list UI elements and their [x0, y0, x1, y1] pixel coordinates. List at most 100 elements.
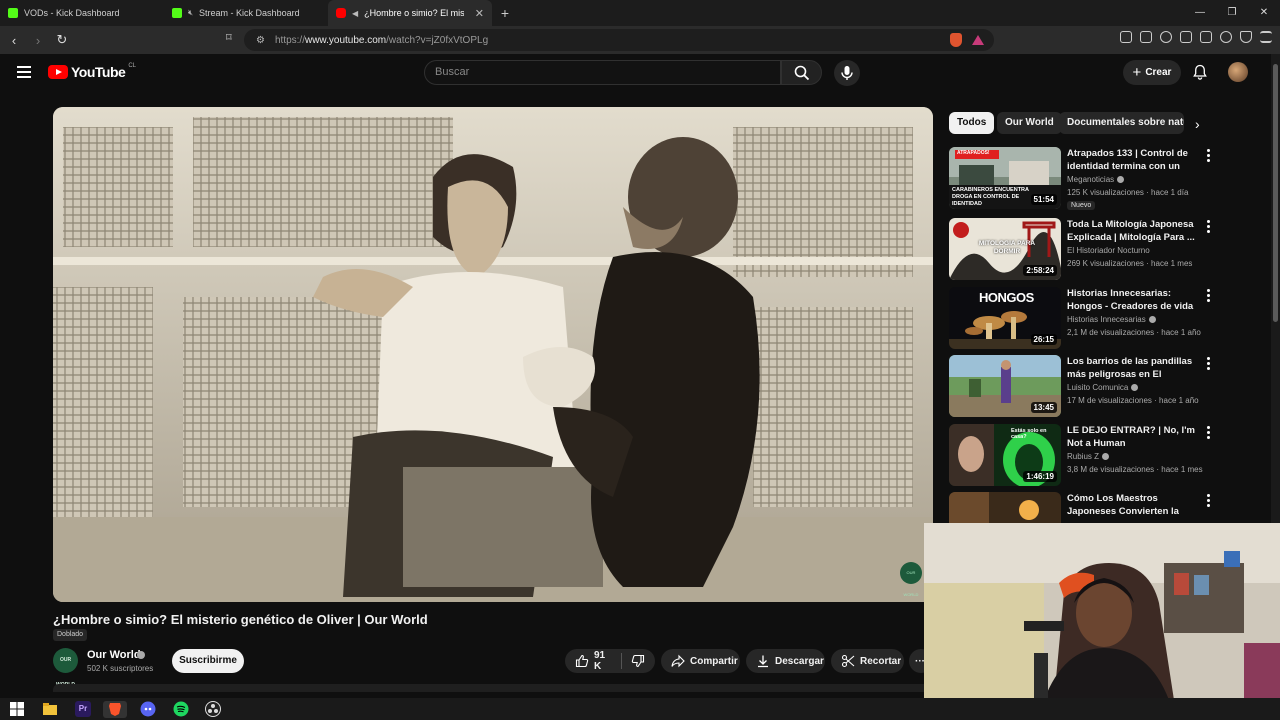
- channel-label: Historias Innecesarias: [1067, 315, 1146, 324]
- obs-icon[interactable]: [205, 701, 221, 717]
- windows-start-icon[interactable]: [9, 701, 25, 717]
- recommendation-item[interactable]: Estás solo en casa? 1:46:19 LE DEJO ENTR…: [949, 424, 1219, 486]
- create-button[interactable]: + Crear: [1123, 60, 1181, 85]
- minimize-icon[interactable]: —: [1184, 0, 1216, 26]
- brave-rewards-icon[interactable]: [972, 35, 984, 45]
- recommendation-meta: 269 K visualizaciones · hace 1 mes: [1067, 259, 1193, 268]
- brave-shields-icon[interactable]: [950, 33, 962, 47]
- account-avatar[interactable]: [1228, 62, 1248, 82]
- channel-watermark[interactable]: OUR WORLD: [900, 562, 922, 597]
- screenshot-icon[interactable]: [1140, 31, 1152, 43]
- premiere-pro-icon[interactable]: Pr: [75, 701, 91, 717]
- dislike-icon[interactable]: [631, 654, 645, 668]
- tab-kick-stream[interactable]: 🔇︎ Stream - Kick Dashboard: [164, 0, 328, 26]
- download-button[interactable]: Descargar: [746, 649, 825, 673]
- recommendation-item[interactable]: 13:45 Los barrios de las pandillas más p…: [949, 355, 1219, 417]
- recommendation-title[interactable]: Toda La Mitología Japonesa Explicada | M…: [1067, 218, 1203, 244]
- recommendation-title[interactable]: Historias Innecesarias: Hongos - Creador…: [1067, 287, 1203, 313]
- share-button[interactable]: Compartir: [661, 649, 740, 673]
- extension-puzzle-icon[interactable]: [1120, 31, 1132, 43]
- video-thumbnail[interactable]: HONGOS 26:15: [949, 287, 1061, 349]
- country-code: CL: [128, 63, 136, 69]
- forward-icon[interactable]: ›: [28, 33, 48, 48]
- tab-title: ¿Hombre o simio? El misterio: [364, 8, 465, 18]
- clip-label: Recortar: [860, 655, 902, 667]
- search-input[interactable]: Buscar: [424, 60, 781, 85]
- recommendation-title[interactable]: Cómo Los Maestros Japoneses Convierten l…: [1067, 492, 1203, 518]
- video-thumbnail[interactable]: MITOLOGIA PARA DORMIR 2:58:24: [949, 218, 1061, 280]
- youtube-logo[interactable]: YouTube CL: [48, 63, 136, 80]
- bookmark-icon[interactable]: ⌑: [226, 31, 232, 44]
- guide-menu-icon[interactable]: [17, 66, 31, 78]
- site-settings-icon[interactable]: ⚙︎: [256, 35, 265, 46]
- reload-icon[interactable]: ↻: [52, 32, 72, 48]
- recommendation-item[interactable]: HONGOS 26:15 Historias Innecesarias: Hon…: [949, 287, 1219, 349]
- url-host: www.youtube.com: [304, 34, 387, 46]
- leo-ai-icon[interactable]: [1220, 31, 1232, 43]
- menu-icon[interactable]: [1260, 31, 1272, 43]
- close-tab-icon[interactable]: ✕: [475, 7, 484, 20]
- tab-youtube[interactable]: ◀︎ ¿Hombre o simio? El misterio ✕: [328, 0, 492, 26]
- recommendation-channel[interactable]: Meganoticias: [1067, 175, 1125, 184]
- search-button[interactable]: [781, 60, 822, 85]
- like-icon[interactable]: [575, 654, 589, 668]
- address-bar-row: ‹ › ↻ ⌑ ⚙︎ https://www.youtube.com/watch…: [0, 26, 1280, 54]
- recommendation-item[interactable]: ATRAPADOS! CARABINEROS ENCUENTRA DROGA E…: [949, 147, 1219, 210]
- scrollbar-thumb[interactable]: [1273, 64, 1278, 322]
- recommendation-channel[interactable]: Luisito Comunica: [1067, 383, 1139, 392]
- sidebar-icon[interactable]: [1180, 31, 1192, 43]
- recommendation-title[interactable]: LE DEJO ENTRAR? | No, I'm Not a Human: [1067, 424, 1203, 450]
- recommendation-title[interactable]: Los barrios de las pandillas más peligro…: [1067, 355, 1203, 381]
- discord-icon[interactable]: [140, 701, 156, 717]
- video-thumbnail[interactable]: 13:45: [949, 355, 1061, 417]
- more-options-icon[interactable]: [1207, 289, 1211, 304]
- recommendation-channel[interactable]: Historias Innecesarias: [1067, 315, 1156, 324]
- more-options-icon[interactable]: [1207, 220, 1211, 235]
- video-player[interactable]: [53, 107, 933, 602]
- chip-our-world[interactable]: Our World: [997, 112, 1062, 134]
- like-divider: [621, 653, 622, 669]
- close-window-icon[interactable]: ✕: [1248, 0, 1280, 26]
- recommendation-meta: 3,8 M de visualizaciones · hace 1 mes: [1067, 465, 1203, 474]
- music-icon[interactable]: [1160, 31, 1172, 43]
- notifications-bell-icon[interactable]: [1193, 64, 1207, 80]
- channel-label: Luisito Comunica: [1067, 383, 1129, 392]
- tab-kick-vods[interactable]: VODs - Kick Dashboard: [0, 0, 164, 26]
- file-explorer-icon[interactable]: [42, 701, 58, 717]
- muted-icon[interactable]: 🔇︎: [188, 8, 193, 18]
- chevron-right-icon[interactable]: ›: [1195, 116, 1200, 132]
- vpn-shield-icon[interactable]: [1240, 31, 1252, 43]
- voice-search-button[interactable]: [834, 60, 860, 86]
- recommendation-item[interactable]: MITOLOGIA PARA DORMIR 2:58:24 Toda La Mi…: [949, 218, 1219, 280]
- url-field[interactable]: ⌑ ⚙︎ https://www.youtube.com/watch?v=jZ0…: [226, 29, 994, 51]
- more-options-icon[interactable]: [1207, 149, 1211, 164]
- new-tab-button[interactable]: +: [492, 5, 518, 21]
- brave-icon[interactable]: [107, 701, 123, 717]
- video-thumbnail[interactable]: Estás solo en casa? 1:46:19: [949, 424, 1061, 486]
- chip-todos[interactable]: Todos: [949, 112, 995, 134]
- recommendation-channel[interactable]: Rubius Z: [1067, 452, 1110, 461]
- more-options-icon[interactable]: [1207, 357, 1211, 372]
- channel-avatar[interactable]: OUR WORLD: [53, 648, 78, 688]
- recommendation-title[interactable]: Atrapados 133 | Control de identidad ter…: [1067, 147, 1203, 173]
- subscribe-button[interactable]: Suscribirme: [172, 649, 244, 673]
- more-options-icon[interactable]: [1207, 494, 1211, 509]
- channel-name[interactable]: Our World: [87, 649, 141, 661]
- new-badge: Nuevo: [1067, 201, 1096, 210]
- description-box[interactable]: [53, 684, 933, 692]
- like-count[interactable]: 91 K: [594, 650, 614, 672]
- spotify-icon[interactable]: [173, 701, 189, 717]
- chip-documentales[interactable]: Documentales sobre natura: [1059, 112, 1184, 134]
- wallet-icon[interactable]: [1200, 31, 1212, 43]
- restore-icon[interactable]: ❐: [1216, 0, 1248, 26]
- clip-button[interactable]: Recortar: [831, 649, 904, 673]
- speaker-icon[interactable]: ◀︎: [352, 9, 358, 18]
- recommendation-channel[interactable]: El Historiador Nocturno: [1067, 246, 1150, 255]
- plus-icon: +: [1132, 64, 1142, 81]
- back-icon[interactable]: ‹: [4, 33, 24, 48]
- video-duration: 2:58:24: [1023, 265, 1057, 276]
- video-frame-image: [53, 107, 933, 602]
- more-options-icon[interactable]: [1207, 426, 1211, 441]
- url-path: /watch?v=jZ0fxVtOPLg: [386, 34, 489, 46]
- video-thumbnail[interactable]: ATRAPADOS! CARABINEROS ENCUENTRA DROGA E…: [949, 147, 1061, 209]
